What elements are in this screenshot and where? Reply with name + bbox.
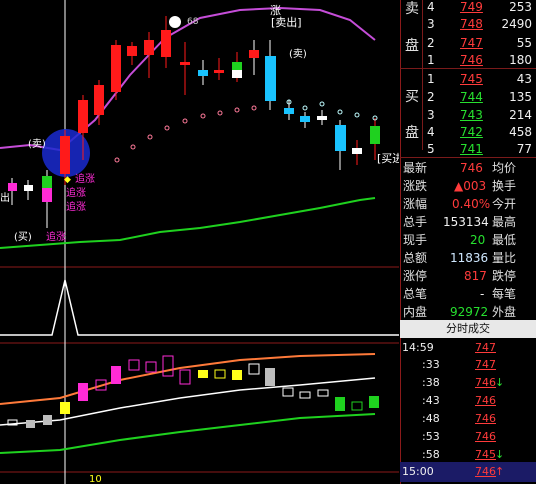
stat-row-limitup: 涨停 817 跌停 [403, 269, 517, 283]
stat-row-volume: 总手 153134 最高 [403, 215, 517, 229]
partial-annotation-left: 出 [0, 191, 10, 204]
buy-level-2[interactable]: 2 744 135 [400, 87, 536, 107]
rise-annotation: 涨 [270, 4, 281, 17]
stat-row-amount: 总额 11836 量比 [403, 251, 517, 265]
ticks-header[interactable]: 分时成交 [400, 320, 536, 338]
buy-level-5[interactable]: 5 741 77 [400, 139, 536, 159]
x-tick: 10 [89, 474, 102, 484]
sell-annotation-right: (卖) [289, 48, 307, 60]
sell-level-3[interactable]: 3 748 2490 [400, 14, 536, 34]
stat-row-inner: 内盘 92972 外盘 [403, 305, 517, 319]
buy-annotation-right: [买进 [377, 152, 399, 165]
stat-row-trades: 总笔 - 每笔 [403, 287, 517, 301]
tick-row-current[interactable]: 15:00 746 ↑ [400, 462, 536, 482]
tick-row: :43 746 [422, 394, 496, 407]
stat-row-pct: 涨幅 0.40% 今开 [403, 197, 517, 211]
chase-up-3: 追涨 [66, 200, 86, 213]
quote-panel: 卖 盘 4 749 253 3 748 2490 2 747 55 1 746 180 买 盘 … [400, 0, 536, 484]
tick-row: :33 747 [422, 358, 496, 371]
tick-row: :48 746 [422, 412, 496, 425]
diamond-icon: ◆ [64, 175, 71, 185]
stat-row-latest: 最新 746 均价 [403, 161, 517, 175]
candlestick-chart[interactable]: [卖出] 涨 (卖) [买进 (卖) 追涨 追涨 追涨 追涨 (买) 出 68 … [0, 0, 399, 484]
chase-up-1: 追涨 [75, 172, 95, 185]
tick-row: :53 746 [422, 430, 496, 443]
sell-annotation-mid: (卖) [28, 138, 46, 150]
face-value: 68 [187, 17, 199, 27]
sell-annotation-top: [卖出] [271, 15, 302, 29]
sell-level-1[interactable]: 1 746 180 [400, 50, 536, 70]
chase-up-2: 追涨 [66, 186, 86, 199]
stat-row-change: 涨跌 ▲003 换手 [403, 179, 517, 193]
tick-row: :38 746 ↓ [422, 376, 505, 389]
chase-up-bottom: 追涨 [46, 230, 66, 243]
face-icon [169, 16, 181, 28]
buy-level-1[interactable]: 1 745 43 [400, 69, 536, 89]
stat-row-current: 现手 20 最低 [403, 233, 517, 247]
buy-annotation-left: (买) [14, 231, 32, 243]
